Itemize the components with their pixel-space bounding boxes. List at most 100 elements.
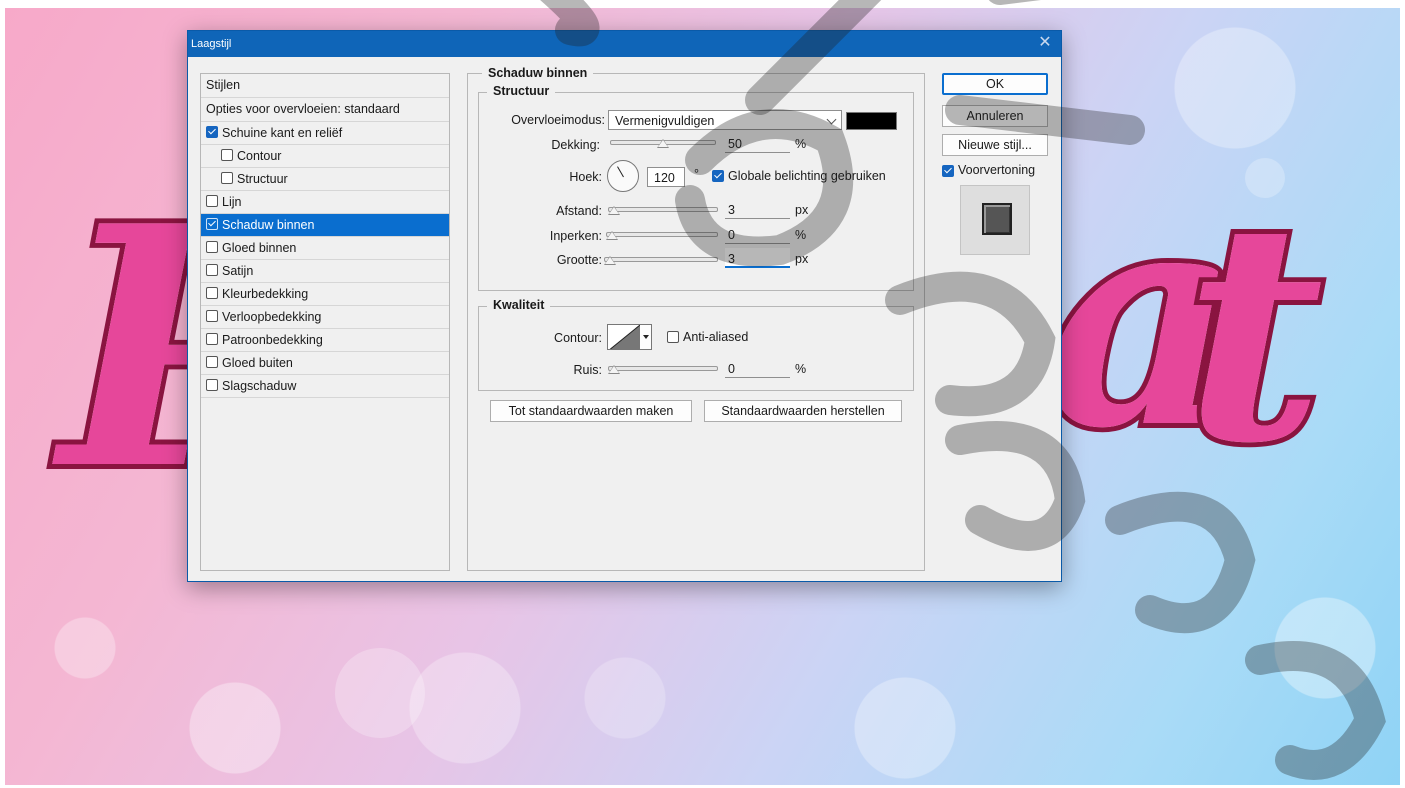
style-item-label: Gloed buiten: [222, 356, 293, 370]
slider-thumb-icon[interactable]: [604, 256, 616, 265]
style-item-label: Structuur: [237, 172, 288, 186]
make-default-button[interactable]: Tot standaardwaarden maken: [490, 400, 692, 422]
dialog-title: Laagstijl: [191, 38, 232, 50]
style-item[interactable]: Satijn: [201, 260, 449, 283]
distance-slider[interactable]: [608, 204, 718, 215]
anti-aliased-checkbox[interactable]: [667, 331, 679, 343]
noise-unit: %: [795, 362, 807, 376]
slider-thumb-icon[interactable]: [608, 206, 620, 215]
slider-track: [608, 207, 718, 212]
style-preview-thumbnail: [960, 185, 1030, 255]
layer-style-dialog: Laagstijl ✕ Stijlen Opties voor overvloe…: [187, 30, 1062, 582]
style-item-checkbox[interactable]: [206, 241, 218, 253]
blend-options-item[interactable]: Opties voor overvloeien: standaard: [201, 98, 449, 122]
style-item-checkbox[interactable]: [206, 287, 218, 299]
style-item-checkbox[interactable]: [206, 310, 218, 322]
preview-checkbox[interactable]: [942, 165, 954, 177]
style-item-checkbox[interactable]: [206, 356, 218, 368]
slider-track: [604, 257, 718, 262]
noise-input[interactable]: 0: [725, 358, 790, 378]
blend-mode-label: Overvloeimodus:: [511, 113, 605, 127]
style-item[interactable]: Schuine kant en reliëf: [201, 122, 449, 145]
style-item-checkbox[interactable]: [206, 195, 218, 207]
new-style-button[interactable]: Nieuwe stijl...: [942, 134, 1048, 156]
global-light-label: Globale belichting gebruiken: [728, 169, 886, 183]
noise-slider[interactable]: [608, 363, 718, 374]
angle-dial[interactable]: [607, 160, 639, 192]
preview-label: Voorvertoning: [958, 163, 1036, 177]
preview-square: [982, 203, 1012, 235]
contour-curve-icon: [609, 325, 640, 349]
structure-title: Structuur: [487, 84, 556, 98]
angle-input[interactable]: 120: [647, 167, 685, 187]
style-item-checkbox[interactable]: [206, 218, 218, 230]
style-item[interactable]: Slagschaduw: [201, 375, 449, 398]
opacity-input[interactable]: 50: [725, 133, 790, 153]
style-item[interactable]: Patroonbedekking: [201, 329, 449, 352]
anti-aliased-label: Anti-aliased: [683, 330, 749, 344]
style-item-checkbox[interactable]: [221, 172, 233, 184]
noise-label: Ruis:: [573, 363, 602, 377]
style-item-label: Schuine kant en reliëf: [222, 126, 343, 140]
slider-thumb-icon[interactable]: [606, 231, 618, 240]
style-item-checkbox[interactable]: [221, 149, 233, 161]
styles-header[interactable]: Stijlen: [201, 74, 449, 98]
contour-dropdown-arrow-icon[interactable]: [640, 324, 652, 350]
angle-label: Hoek:: [569, 170, 602, 184]
reset-default-button[interactable]: Standaardwaarden herstellen: [704, 400, 902, 422]
angle-dial-hand: [617, 166, 624, 178]
close-icon[interactable]: ✕: [1035, 33, 1055, 53]
contour-label: Contour:: [554, 331, 602, 345]
style-item-checkbox[interactable]: [206, 264, 218, 276]
slider-thumb-icon[interactable]: [608, 365, 620, 374]
dialog-titlebar[interactable]: Laagstijl ✕: [188, 31, 1061, 57]
size-unit: px: [795, 252, 809, 266]
opacity-unit: %: [795, 137, 807, 151]
contour-picker[interactable]: [607, 324, 641, 350]
style-item[interactable]: Schaduw binnen: [201, 214, 449, 237]
structure-group: Structuur Overvloeimodus: Vermenigvuldig…: [478, 84, 914, 291]
style-item[interactable]: Kleurbedekking: [201, 283, 449, 306]
style-item-label: Verloopbedekking: [222, 310, 322, 324]
artwork-letter-right-2: t: [1180, 156, 1329, 509]
choke-slider[interactable]: [606, 229, 718, 240]
bokeh-light: [335, 648, 425, 738]
style-item[interactable]: Structuur: [201, 168, 449, 191]
angle-unit: °: [694, 167, 699, 181]
opacity-slider[interactable]: [610, 137, 716, 148]
style-item-label: Lijn: [222, 195, 242, 209]
choke-unit: %: [795, 228, 807, 242]
blend-mode-select[interactable]: Vermenigvuldigen: [608, 110, 842, 130]
style-item-label: Patroonbedekking: [222, 333, 323, 347]
quality-group: Kwaliteit Contour: Anti-aliased Ruis: 0 …: [478, 298, 914, 391]
choke-input[interactable]: 0: [725, 224, 790, 244]
distance-label: Afstand:: [556, 204, 602, 218]
opacity-label: Dekking:: [551, 138, 600, 152]
distance-input[interactable]: 3: [725, 199, 790, 219]
style-item-label: Schaduw binnen: [222, 218, 315, 232]
size-slider[interactable]: [604, 254, 718, 265]
style-item-checkbox[interactable]: [206, 333, 218, 345]
cancel-button[interactable]: Annuleren: [942, 105, 1048, 127]
global-light-checkbox[interactable]: [712, 170, 724, 182]
shadow-color-swatch[interactable]: [846, 112, 897, 130]
style-item-label: Slagschaduw: [222, 379, 297, 393]
style-item[interactable]: Contour: [201, 145, 449, 168]
quality-title: Kwaliteit: [487, 298, 551, 312]
style-item-checkbox[interactable]: [206, 379, 218, 391]
size-label: Grootte:: [556, 253, 602, 267]
ok-button[interactable]: OK: [942, 73, 1048, 95]
size-input[interactable]: 3: [725, 248, 790, 268]
style-item[interactable]: Gloed buiten: [201, 352, 449, 375]
slider-thumb-icon[interactable]: [657, 139, 669, 148]
style-item-label: Gloed binnen: [222, 241, 297, 255]
style-item-label: Contour: [237, 149, 282, 163]
style-item[interactable]: Gloed binnen: [201, 237, 449, 260]
style-item[interactable]: Lijn: [201, 191, 449, 214]
slider-track: [606, 232, 718, 237]
style-item[interactable]: Verloopbedekking: [201, 306, 449, 329]
style-item-checkbox[interactable]: [206, 126, 218, 138]
style-item-label: Satijn: [222, 264, 254, 278]
style-item-label: Kleurbedekking: [222, 287, 309, 301]
chevron-down-icon: [826, 114, 837, 125]
